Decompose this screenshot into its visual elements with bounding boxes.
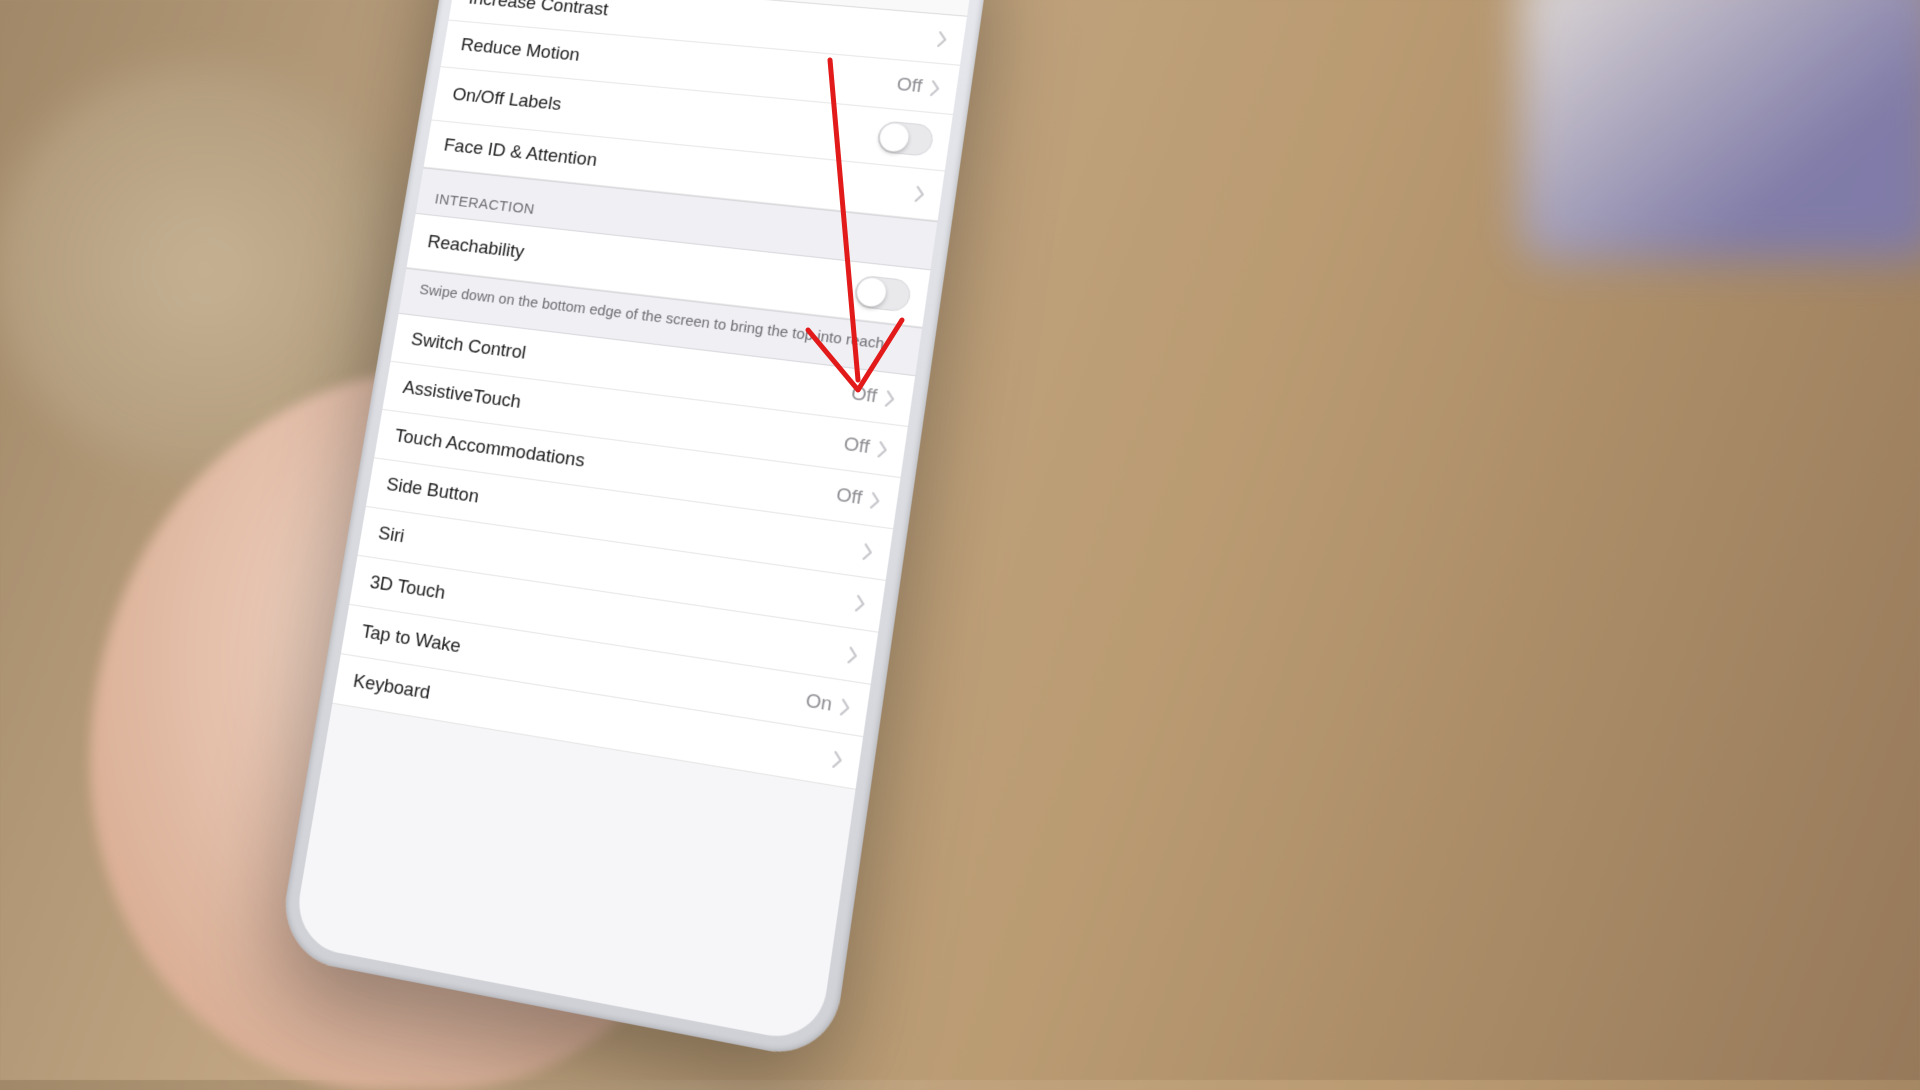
chevron-right-icon [929, 80, 941, 97]
on-off-labels-toggle[interactable] [876, 120, 935, 157]
chevron-right-icon [839, 698, 852, 716]
chevron-right-icon [831, 750, 844, 768]
settings-list[interactable]: Increase Contrast Reduce Motion Off On/O… [332, 0, 967, 790]
row-value: Off [850, 383, 879, 408]
chevron-right-icon [861, 543, 874, 561]
row-value: Off [895, 74, 923, 98]
chevron-right-icon [914, 185, 926, 202]
iphone-screen: General Accessibility Increase Contrast … [292, 0, 980, 1045]
chevron-right-icon [884, 390, 897, 407]
row-value: On [804, 690, 833, 717]
background-box [1520, 0, 1920, 260]
reachability-toggle[interactable] [853, 274, 912, 312]
chevron-right-icon [854, 594, 867, 612]
chevron-right-icon [869, 492, 882, 510]
chevron-right-icon [846, 646, 859, 664]
row-value: Off [835, 484, 864, 510]
row-value: Off [842, 433, 871, 459]
chevron-right-icon [876, 441, 889, 459]
chevron-right-icon [936, 31, 948, 48]
